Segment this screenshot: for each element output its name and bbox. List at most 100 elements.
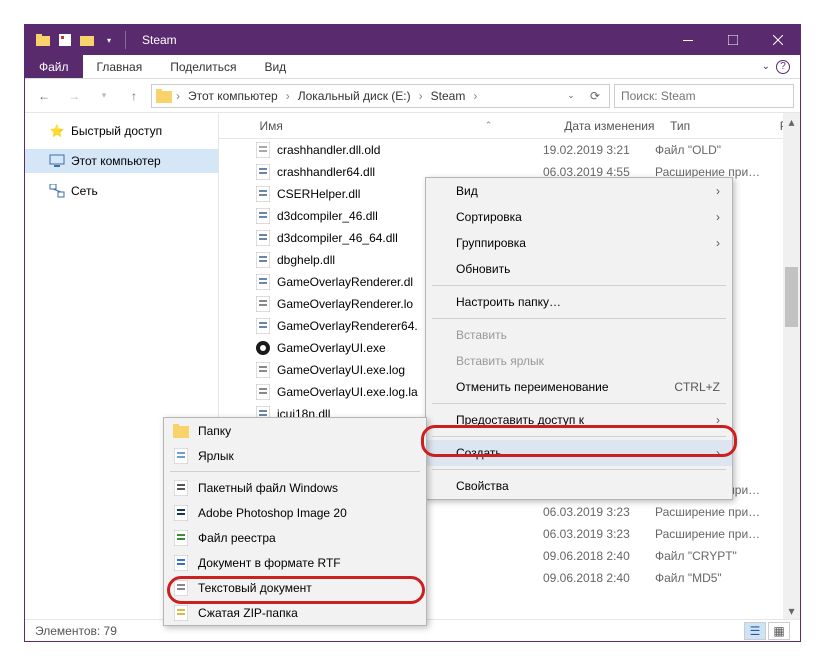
ctx-item[interactable]: Отменить переименованиеCTRL+Z [426, 374, 732, 400]
view-details-button[interactable]: ☰ [744, 622, 766, 640]
file-date: 09.06.2018 2:40 [543, 549, 655, 563]
file-icon [255, 362, 271, 378]
ctx-item[interactable]: Вставить ярлык [426, 348, 732, 374]
ctx-item[interactable]: Папку [164, 418, 426, 443]
search-input[interactable] [621, 89, 787, 103]
ctx-label: Adobe Photoshop Image 20 [198, 506, 347, 520]
ctx-item[interactable]: Настроить папку… [426, 289, 732, 315]
file-icon [255, 164, 271, 180]
maximize-button[interactable] [710, 25, 755, 55]
navbar: ← → ▾ ↑ › Этот компьютер › Локальный дис… [25, 79, 800, 113]
ribbon-tabs: Файл Главная Поделиться Вид ⌄ ? [25, 55, 800, 79]
chevron-right-icon[interactable]: › [419, 89, 423, 103]
bat-icon [172, 479, 190, 497]
sidebar-item-this-pc[interactable]: Этот компьютер [25, 149, 218, 173]
help-icon[interactable]: ? [776, 60, 790, 74]
ctx-item[interactable]: Файл реестра [164, 525, 426, 550]
ctx-item[interactable]: Сжатая ZIP-папка [164, 600, 426, 625]
nav-forward-button[interactable]: → [61, 83, 87, 109]
chevron-right-icon: › [716, 236, 720, 250]
breadcrumb[interactable]: Локальный диск (E:) [294, 89, 415, 103]
tab-file[interactable]: Файл [25, 55, 83, 78]
ctx-item[interactable]: Текстовый документ [164, 575, 426, 600]
nav-up-button[interactable]: ↑ [121, 83, 147, 109]
properties-icon[interactable] [55, 30, 75, 50]
file-name: GameOverlayUI.exe.log.la [277, 385, 418, 399]
ctx-item[interactable]: Вид › [426, 178, 732, 204]
scroll-down-button[interactable]: ▾ [783, 602, 800, 619]
file-icon [255, 340, 271, 356]
ctx-item[interactable]: Вставить [426, 322, 732, 348]
vertical-scrollbar[interactable]: ▴ ▾ [783, 113, 800, 619]
ctx-item[interactable]: Обновить [426, 256, 732, 282]
ctx-label: Пакетный файл Windows [198, 481, 338, 495]
breadcrumb[interactable]: Этот компьютер [184, 89, 282, 103]
ctx-label: Настроить папку… [456, 295, 561, 309]
context-submenu-new[interactable]: ПапкуЯрлык Пакетный файл Windows Adobe Pho… [163, 417, 427, 626]
context-menu[interactable]: Вид › Сортировка›Группировка›Обновить Настр… [425, 177, 733, 500]
chevron-right-icon[interactable]: › [286, 89, 290, 103]
address-dropdown[interactable]: ⌄ [561, 90, 581, 101]
file-date: 06.03.2019 3:23 [543, 527, 655, 541]
chevron-right-icon[interactable]: › [176, 89, 180, 103]
ctx-item[interactable]: Adobe Photoshop Image 20 [164, 500, 426, 525]
close-button[interactable] [755, 25, 800, 55]
search-box[interactable] [614, 84, 794, 108]
column-headers[interactable]: Имя⌃ Дата изменения Тип Ра [219, 113, 800, 139]
sidebar-item-label: Сеть [71, 184, 98, 198]
folder-icon [156, 89, 172, 103]
nav-back-button[interactable]: ← [31, 83, 57, 109]
chevron-right-icon: › [716, 184, 720, 198]
ctx-item[interactable]: Сортировка› [426, 204, 732, 230]
minimize-button[interactable] [665, 25, 710, 55]
ctx-item[interactable]: Предоставить доступ к› [426, 407, 732, 433]
ribbon-expand-icon[interactable]: ⌄ [762, 61, 770, 72]
address-bar[interactable]: › Этот компьютер › Локальный диск (E:) ›… [151, 84, 610, 108]
titlebar: ▾ Steam [25, 25, 800, 55]
new-folder-icon[interactable] [77, 30, 97, 50]
scroll-thumb[interactable] [785, 267, 798, 327]
tab-view[interactable]: Вид [250, 55, 300, 78]
file-name: d3dcompiler_46.dll [277, 209, 378, 223]
ctx-item[interactable]: Создать› [426, 440, 732, 466]
tab-main[interactable]: Главная [83, 55, 157, 78]
qat-dropdown[interactable]: ▾ [99, 30, 119, 50]
window-title: Steam [142, 33, 177, 47]
ctx-item[interactable]: Свойства [426, 473, 732, 499]
network-icon [49, 183, 65, 199]
file-name: d3dcompiler_46_64.dll [277, 231, 398, 245]
file-icon [255, 208, 271, 224]
ctx-label: Свойства [456, 479, 509, 493]
file-type: Расширение при… [655, 505, 771, 519]
chevron-right-icon[interactable]: › [473, 89, 477, 103]
ctx-label: Вид [456, 184, 478, 198]
breadcrumb[interactable]: Steam [427, 89, 470, 103]
scroll-up-button[interactable]: ▴ [783, 113, 800, 130]
nav-recent-dropdown[interactable]: ▾ [91, 83, 117, 109]
file-row[interactable]: crashhandler.dll.old19.02.2019 3:21Файл … [219, 139, 800, 161]
file-name: GameOverlayUI.exe.log [277, 363, 405, 377]
tab-share[interactable]: Поделиться [156, 55, 250, 78]
ctx-label: Вставить [456, 328, 507, 342]
sidebar-item-quick-access[interactable]: ⭐ Быстрый доступ [25, 119, 218, 143]
ctx-label: Отменить переименование [456, 380, 609, 394]
ctx-item[interactable]: Ярлык [164, 443, 426, 468]
txt-icon [172, 579, 190, 597]
file-type: Файл "MD5" [655, 571, 771, 585]
ctx-item[interactable]: Пакетный файл Windows [164, 475, 426, 500]
col-header-name: Имя⌃ [254, 119, 559, 133]
file-name: GameOverlayRenderer.dl [277, 275, 413, 289]
sidebar-item-network[interactable]: Сеть [25, 179, 218, 203]
file-date: 09.06.2018 2:40 [543, 571, 655, 585]
ctx-item[interactable]: Группировка› [426, 230, 732, 256]
ctx-item[interactable]: Документ в формате RTF [164, 550, 426, 575]
file-name: crashhandler64.dll [277, 165, 375, 179]
explorer-window: ▾ Steam Файл Главная Поделиться Вид ⌄ ? … [24, 24, 801, 642]
col-header-type[interactable]: Тип [664, 119, 774, 133]
ctx-label: Создать [456, 446, 502, 460]
file-name: CSERHelper.dll [277, 187, 360, 201]
view-thumbnails-button[interactable]: ▦ [768, 622, 790, 640]
file-name: crashhandler.dll.old [277, 143, 380, 157]
refresh-button[interactable]: ⟳ [585, 89, 605, 103]
col-header-date[interactable]: Дата изменения [558, 119, 664, 133]
